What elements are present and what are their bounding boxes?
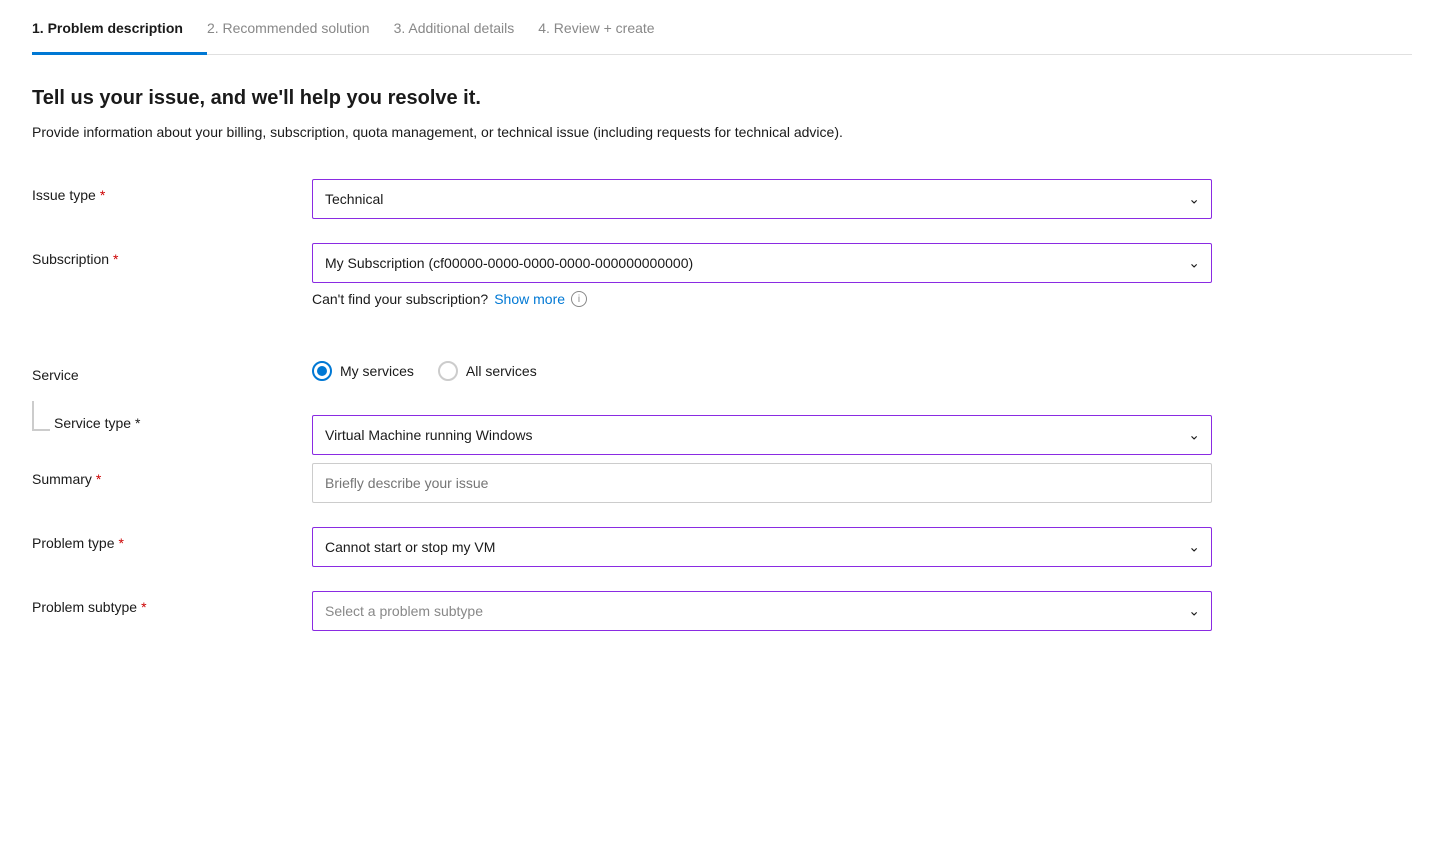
problem-type-row: Problem type * Cannot start or stop my V… bbox=[32, 527, 1412, 567]
service-controls-col: My services All services Virtual Machine… bbox=[312, 351, 1212, 455]
problem-type-select[interactable]: Cannot start or stop my VM VM performanc… bbox=[312, 527, 1212, 567]
summary-label: Summary * bbox=[32, 463, 312, 487]
my-services-radio[interactable] bbox=[312, 361, 332, 381]
problem-subtype-row: Problem subtype * Select a problem subty… bbox=[32, 591, 1412, 631]
subscription-control: My Subscription (cf00000-0000-0000-0000-… bbox=[312, 243, 1212, 327]
step-review-create[interactable]: 4. Review + create bbox=[538, 20, 678, 55]
problem-type-required: * bbox=[118, 535, 123, 551]
problem-subtype-control: Select a problem subtype ⌄ bbox=[312, 591, 1212, 631]
all-services-radio[interactable] bbox=[438, 361, 458, 381]
page-description: Provide information about your billing, … bbox=[32, 122, 932, 143]
support-form: Issue type * Technical Billing Subscript… bbox=[32, 179, 1412, 655]
show-more-link[interactable]: Show more bbox=[494, 291, 565, 307]
service-labels-col: Service Service type * bbox=[32, 351, 312, 431]
summary-required: * bbox=[96, 471, 101, 487]
subscription-label: Subscription * bbox=[32, 243, 312, 267]
step-additional-details[interactable]: 3. Additional details bbox=[394, 20, 539, 55]
info-icon[interactable]: i bbox=[571, 291, 587, 307]
issue-type-required: * bbox=[100, 187, 105, 203]
issue-type-select[interactable]: Technical Billing Subscription managemen… bbox=[312, 179, 1212, 219]
cant-find-subscription: Can't find your subscription? Show more … bbox=[312, 291, 1212, 307]
problem-subtype-required: * bbox=[141, 599, 146, 615]
service-radio-group: My services All services bbox=[312, 361, 537, 381]
summary-row: Summary * bbox=[32, 463, 1412, 503]
step-recommended-solution[interactable]: 2. Recommended solution bbox=[207, 20, 394, 55]
issue-type-row: Issue type * Technical Billing Subscript… bbox=[32, 179, 1412, 219]
summary-input[interactable] bbox=[312, 463, 1212, 503]
service-type-select-row: Virtual Machine running Windows Virtual … bbox=[312, 415, 1212, 455]
subscription-row: Subscription * My Subscription (cf00000-… bbox=[32, 243, 1412, 327]
problem-type-select-wrapper: Cannot start or stop my VM VM performanc… bbox=[312, 527, 1212, 567]
problem-subtype-label: Problem subtype * bbox=[32, 591, 312, 615]
problem-subtype-select[interactable]: Select a problem subtype bbox=[312, 591, 1212, 631]
page-heading: Tell us your issue, and we'll help you r… bbox=[32, 87, 1412, 110]
subscription-required: * bbox=[113, 251, 118, 267]
service-radio-row: My services All services bbox=[312, 351, 1212, 391]
tree-line-icon bbox=[32, 401, 50, 431]
subscription-select-wrapper: My Subscription (cf00000-0000-0000-0000-… bbox=[312, 243, 1212, 283]
problem-subtype-select-wrapper: Select a problem subtype ⌄ bbox=[312, 591, 1212, 631]
issue-type-select-wrapper: Technical Billing Subscription managemen… bbox=[312, 179, 1212, 219]
summary-control bbox=[312, 463, 1212, 503]
issue-type-label: Issue type * bbox=[32, 179, 312, 203]
subscription-select[interactable]: My Subscription (cf00000-0000-0000-0000-… bbox=[312, 243, 1212, 283]
my-services-option[interactable]: My services bbox=[312, 361, 414, 381]
page-container: 1. Problem description 2. Recommended so… bbox=[0, 0, 1444, 849]
wizard-steps: 1. Problem description 2. Recommended so… bbox=[32, 20, 1412, 55]
service-type-select-wrapper: Virtual Machine running Windows Virtual … bbox=[312, 415, 1212, 455]
service-label: Service bbox=[32, 351, 312, 391]
problem-type-control: Cannot start or stop my VM VM performanc… bbox=[312, 527, 1212, 567]
step-problem-description[interactable]: 1. Problem description bbox=[32, 20, 207, 55]
issue-type-control: Technical Billing Subscription managemen… bbox=[312, 179, 1212, 219]
problem-type-label: Problem type * bbox=[32, 527, 312, 551]
service-type-label-wrapper: Service type * bbox=[32, 391, 312, 431]
service-type-required: * bbox=[135, 415, 140, 431]
service-section: Service Service type * My services bbox=[32, 351, 1412, 455]
service-type-select[interactable]: Virtual Machine running Windows Virtual … bbox=[312, 415, 1212, 455]
service-type-label: Service type * bbox=[54, 415, 141, 431]
all-services-option[interactable]: All services bbox=[438, 361, 537, 381]
